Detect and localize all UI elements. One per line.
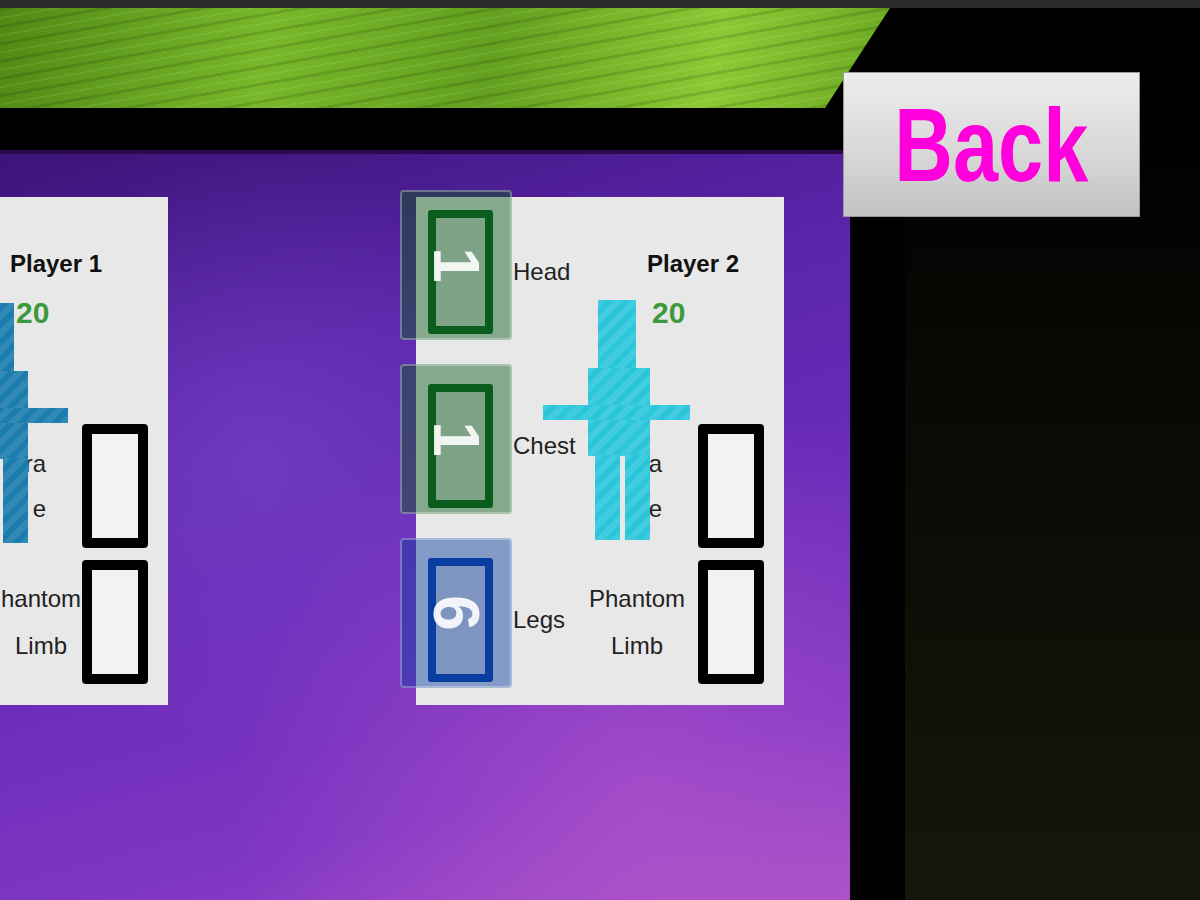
figure-part bbox=[625, 455, 650, 540]
back-label[interactable]: Back bbox=[895, 93, 1089, 197]
label-line: hantom bbox=[0, 575, 82, 622]
slot-label: Head bbox=[513, 254, 570, 290]
slot-column: 1 Head 1 Chest 6 Legs bbox=[416, 197, 576, 705]
die[interactable]: 1 bbox=[400, 364, 512, 514]
die-value: 1 bbox=[424, 421, 488, 457]
figure-part bbox=[598, 300, 636, 372]
side-shadow bbox=[905, 108, 1200, 900]
slot-box[interactable]: 1 bbox=[428, 210, 493, 334]
phantom-limb-label: hantomLimb bbox=[0, 575, 82, 669]
player-card: 1 Head 1 Chest 6 Legs Player 220aePhantomLimb bbox=[416, 197, 784, 705]
slot-box[interactable]: 1 bbox=[428, 384, 493, 508]
body-figure bbox=[0, 303, 68, 543]
label-line: Limb bbox=[0, 622, 82, 669]
label-line: Phantom bbox=[576, 575, 698, 622]
player-column: Player 220aePhantomLimb bbox=[576, 197, 784, 705]
figure-part bbox=[3, 458, 28, 543]
die[interactable]: 6 bbox=[400, 538, 512, 688]
die-value: 6 bbox=[424, 595, 488, 631]
top-strip bbox=[0, 0, 1200, 8]
phantom-limb-row: PhantomLimb bbox=[576, 560, 784, 684]
player-hp: 20 bbox=[0, 295, 168, 331]
game-screen: Back Player 120raehantomLimb1Head1Chest6… bbox=[0, 0, 1200, 900]
figure-part bbox=[543, 405, 690, 420]
player-name: Player 2 bbox=[576, 247, 784, 281]
slot-box[interactable]: 6 bbox=[428, 558, 493, 682]
phantom-limb-box[interactable] bbox=[82, 560, 148, 684]
extra-dice-box[interactable] bbox=[698, 424, 764, 548]
body-slot: 1 Head bbox=[428, 210, 576, 334]
figure-part bbox=[0, 408, 68, 423]
player-card: Player 120raehantomLimb bbox=[0, 197, 168, 705]
phantom-limb-label: PhantomLimb bbox=[576, 575, 698, 669]
extra-dice-box[interactable] bbox=[82, 424, 148, 548]
label-line: Limb bbox=[576, 622, 698, 669]
body-slot: 1 Chest bbox=[428, 384, 576, 508]
figure-part bbox=[595, 455, 620, 540]
body-slot: 6 Legs bbox=[428, 558, 576, 682]
player-name: Player 1 bbox=[0, 247, 168, 281]
player-column: Player 120raehantomLimb bbox=[0, 197, 168, 705]
grass-banner bbox=[0, 8, 890, 108]
phantom-limb-box[interactable] bbox=[698, 560, 764, 684]
die-value: 1 bbox=[424, 247, 488, 283]
die[interactable]: 1 bbox=[400, 190, 512, 340]
slot-label: Legs bbox=[513, 602, 565, 638]
slot-label: Chest bbox=[513, 428, 576, 464]
figure-part bbox=[0, 303, 14, 375]
phantom-limb-row: hantomLimb bbox=[0, 560, 168, 684]
back-button[interactable]: Back bbox=[843, 72, 1140, 217]
body-figure bbox=[543, 300, 690, 540]
